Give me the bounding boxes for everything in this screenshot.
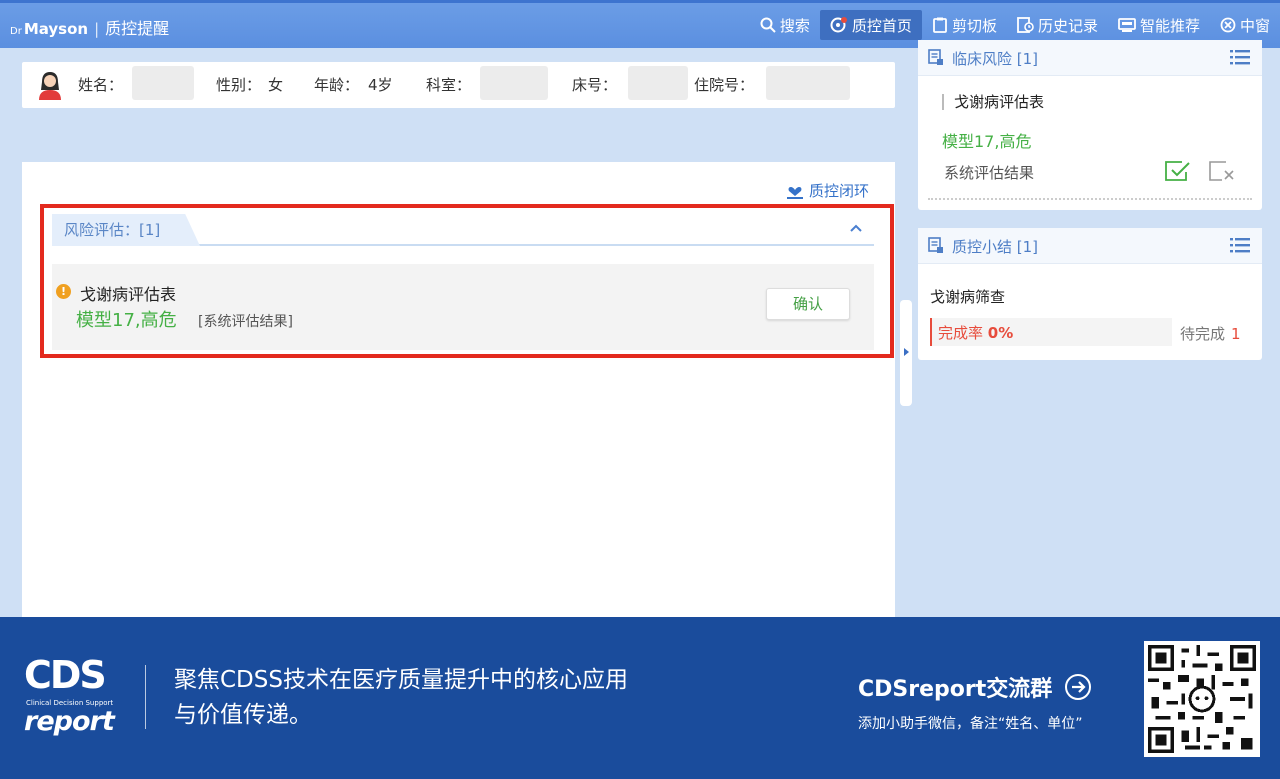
app-brand: Dr Mayson | 质控提醒: [10, 15, 169, 39]
qc-summary-card: 质控小结 [1] 戈谢病筛查 完成率 0% 待完成 1: [918, 228, 1262, 360]
window-icon: [1220, 17, 1236, 33]
list-menu-icon[interactable]: [1230, 49, 1250, 65]
patient-avatar-icon: [39, 72, 61, 100]
recommend-icon: [1118, 18, 1136, 32]
nav-history[interactable]: 历史记录: [1007, 10, 1108, 40]
group-title: CDSreport交流群: [858, 671, 1092, 703]
patient-gender-value: 女: [268, 76, 284, 94]
accept-check-icon[interactable]: [1164, 160, 1192, 182]
document-icon: [928, 49, 943, 65]
promo-banner: CDS Clinical Decision Support report 聚焦C…: [0, 617, 1280, 779]
patient-age-value: 4岁: [368, 76, 393, 94]
document-icon: [928, 237, 943, 253]
banner-slogan: 聚焦CDSS技术在医疗质量提升中的核心应用 与价值传递。: [174, 667, 628, 728]
completion-rate-box: 完成率 0%: [930, 318, 1172, 346]
qc-loop-icon: [786, 186, 803, 199]
qc-summary-header: 质控小结 [1]: [918, 228, 1262, 264]
top-nav: 搜索 质控首页 剪切板 历史记录 智能推荐 中窗: [750, 10, 1280, 42]
clinical-risk-header: 临床风险 [1]: [918, 40, 1262, 76]
risk-item-source: [系统评估结果]: [198, 314, 293, 330]
search-icon: [760, 17, 776, 33]
patient-name-label: 姓名：: [78, 76, 124, 94]
patient-name-redacted: [132, 66, 194, 100]
cdsreport-logo: CDS Clinical Decision Support report: [24, 653, 115, 739]
patient-inpatient-label: 住院号：: [694, 76, 755, 94]
clipboard-icon: [933, 17, 947, 33]
qr-code-icon: [1144, 641, 1260, 757]
risk-item-name: 戈谢病评估表: [80, 285, 177, 304]
patient-dept-label: 科室：: [426, 76, 472, 94]
module-title: 质控提醒: [105, 19, 170, 38]
patient-bed-label: 床号：: [572, 76, 618, 94]
completion-rate: 完成率 0%: [938, 324, 1014, 342]
risk-item-result: 模型17,高危: [76, 310, 177, 331]
logo-report-text: report: [24, 706, 115, 737]
patient-age-label: 年龄：: [314, 76, 360, 94]
patient-info-bar: 姓名： 性别： 女 年龄： 4岁 科室： 床号： 住院号：: [22, 62, 895, 108]
patient-inpatient-redacted: [766, 66, 850, 100]
brand-name: Mayson: [23, 20, 89, 38]
sidebar-collapse-handle[interactable]: [900, 300, 912, 406]
card-divider: [928, 198, 1252, 200]
nav-recommend[interactable]: 智能推荐: [1108, 10, 1210, 40]
brand-separator: |: [94, 20, 100, 38]
clinical-risk-item-source: 系统评估结果: [944, 164, 1035, 182]
patient-gender-label: 性别：: [216, 76, 262, 94]
warning-icon: !: [56, 284, 71, 299]
banner-divider: [145, 665, 146, 729]
reject-x-icon[interactable]: [1208, 160, 1236, 182]
completion-rate-value: 0%: [987, 324, 1014, 342]
pending-count-value: 1: [1231, 325, 1241, 343]
clinical-risk-card: 临床风险 [1] 戈谢病评估表 模型17,高危 系统评估结果: [918, 40, 1262, 210]
confirm-button[interactable]: 确认: [766, 288, 850, 320]
qc-summary-item-title: 戈谢病筛查: [930, 288, 1006, 306]
arrow-right-circle-icon[interactable]: [1064, 673, 1092, 701]
qc-loop-link[interactable]: 质控闭环: [785, 180, 869, 201]
list-menu-icon[interactable]: [1230, 237, 1250, 253]
qc-summary-title: 质控小结 [1]: [952, 238, 1039, 256]
tab-risk-assessment[interactable]: 风险评估：[1]: [52, 214, 200, 246]
risk-tab-row: 风险评估：[1]: [52, 214, 874, 246]
nav-window[interactable]: 中窗: [1210, 10, 1280, 40]
nav-qc-home[interactable]: 质控首页: [819, 10, 922, 40]
patient-bed-redacted: [628, 66, 688, 100]
nav-search[interactable]: 搜索: [750, 10, 820, 40]
clinical-risk-item-title: 戈谢病评估表: [942, 94, 1044, 110]
pending-count: 待完成 1: [1180, 325, 1241, 343]
group-instruction: 添加小助手微信，备注“姓名、单位”: [858, 716, 1083, 732]
history-icon: [1017, 17, 1034, 33]
patient-dept-redacted: [480, 66, 548, 100]
qc-home-icon: [830, 17, 847, 33]
clinical-risk-title: 临床风险 [1]: [952, 50, 1039, 68]
clinical-risk-item-result: 模型17,高危: [942, 132, 1032, 151]
risk-item-row: ! 戈谢病评估表 模型17,高危 [系统评估结果] 确认: [52, 264, 874, 350]
nav-clipboard[interactable]: 剪切板: [922, 10, 1007, 40]
brand-prefix: Dr: [10, 26, 22, 37]
chevron-up-icon[interactable]: [848, 220, 864, 236]
main-panel: 质控闭环 风险评估：[1] ! 戈谢病评估表 模型17,高危 [系统评估结果] …: [22, 162, 895, 620]
logo-cds-text: CDS: [24, 653, 107, 697]
risk-assessment-section: 风险评估：[1] ! 戈谢病评估表 模型17,高危 [系统评估结果] 确认: [40, 204, 894, 358]
